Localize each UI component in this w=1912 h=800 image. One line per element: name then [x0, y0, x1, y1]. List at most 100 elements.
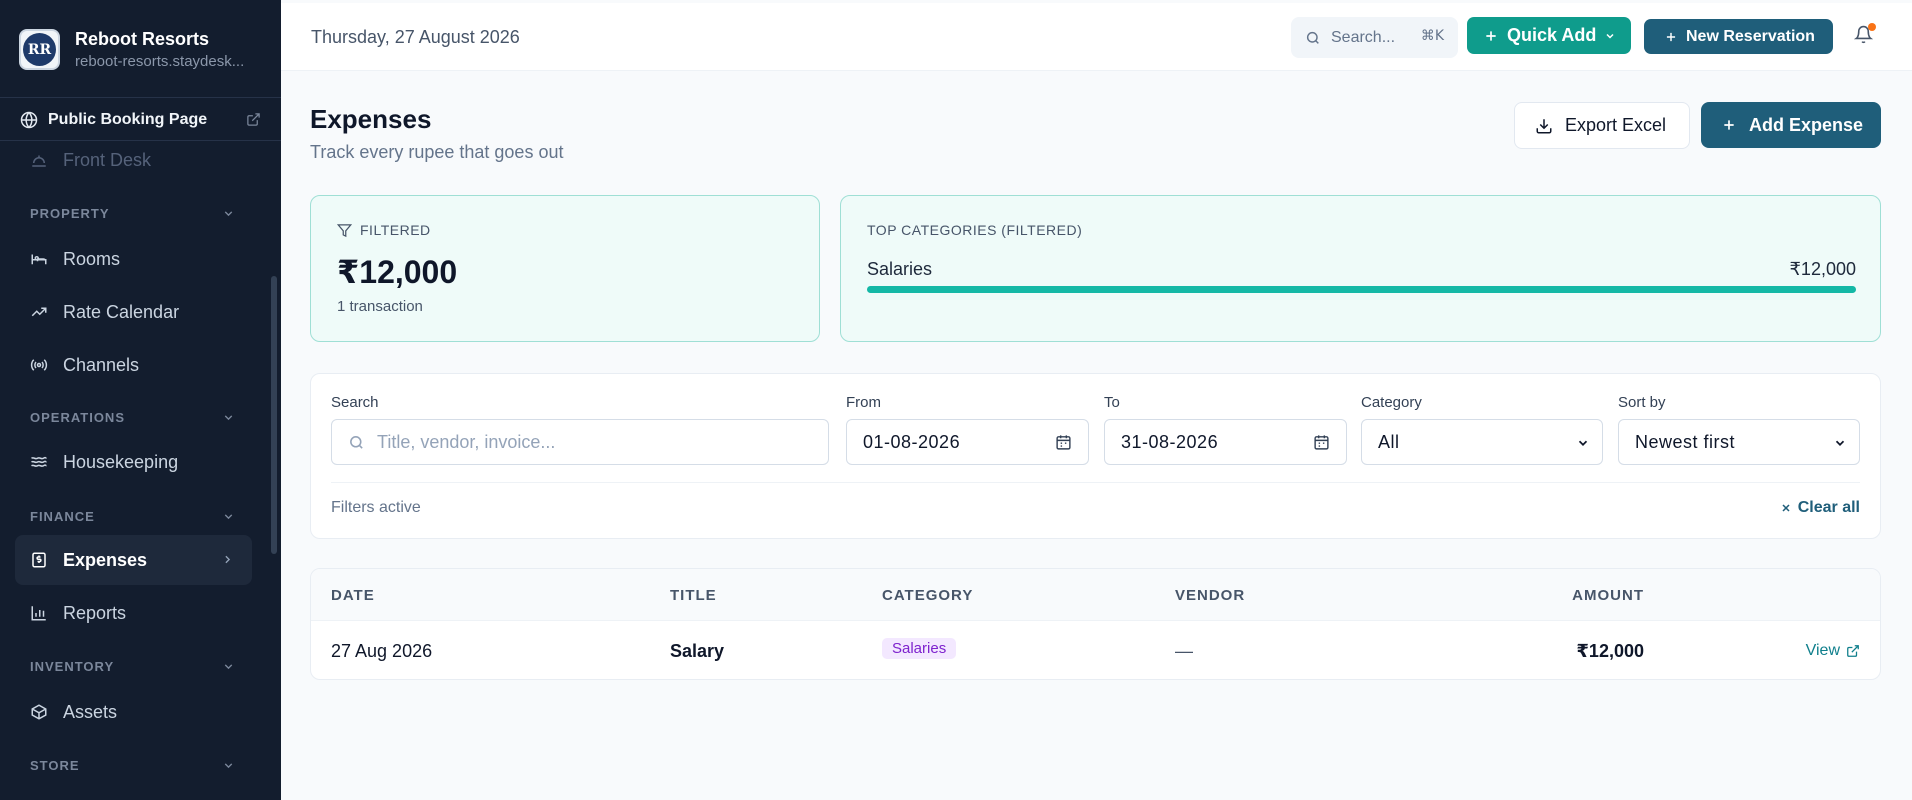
export-excel-button[interactable]: Export Excel	[1514, 102, 1690, 149]
table-header: DATE TITLE CATEGORY VENDOR AMOUNT	[311, 569, 1880, 621]
sidebar-item-reports[interactable]: Reports	[15, 588, 252, 638]
filter-icon	[337, 223, 352, 237]
chevron-down-icon	[224, 415, 233, 421]
section-inventory[interactable]: INVENTORY	[30, 659, 235, 674]
globe-icon	[20, 111, 38, 128]
category-select[interactable]: All	[1361, 419, 1603, 465]
clear-all-button[interactable]: Clear all	[1780, 499, 1860, 517]
notification-dot	[1868, 23, 1876, 31]
external-link-icon	[1847, 645, 1859, 657]
sidebar-item-label: Expenses	[63, 549, 148, 570]
sidebar-item-assets[interactable]: Assets	[15, 687, 252, 737]
transaction-count: 1 transaction	[337, 298, 423, 315]
section-store[interactable]: STORE	[30, 758, 235, 773]
sidebar-scrollbar[interactable]	[271, 276, 277, 554]
section-label: FINANCE	[30, 509, 95, 524]
sidebar-item-label: Reports	[63, 602, 127, 623]
sidebar-item-label: Assets	[63, 701, 118, 722]
new-reservation-button[interactable]: New Reservation	[1644, 19, 1833, 54]
section-finance[interactable]: FINANCE	[30, 509, 235, 524]
sort-select[interactable]: Newest first	[1618, 419, 1860, 465]
clear-all-label: Clear all	[1797, 499, 1860, 516]
sidebar-item-expenses[interactable]: Expenses	[15, 535, 252, 585]
download-icon	[1536, 118, 1552, 133]
quick-add-button[interactable]: Quick Add	[1467, 17, 1631, 54]
chevron-down-icon	[1578, 440, 1588, 446]
search-icon	[1306, 31, 1319, 44]
calendar-icon[interactable]	[1313, 434, 1330, 451]
global-search-placeholder: Search...	[1331, 28, 1396, 46]
bed-icon	[31, 254, 47, 265]
expense-search-placeholder: Title, vendor, invoice...	[377, 431, 556, 452]
add-expense-label: Add Expense	[1749, 114, 1864, 135]
sidebar-item-label: Front Desk	[63, 149, 152, 170]
sort-select-value: Newest first	[1635, 431, 1736, 452]
public-booking-page-link[interactable]: Public Booking Page	[0, 99, 281, 141]
from-date-input[interactable]: 01-08-2026	[846, 419, 1089, 465]
filtered-total-card: FILTERED ₹12,000 1 transaction	[310, 195, 820, 342]
expense-search-input[interactable]: Title, vendor, invoice...	[331, 419, 829, 465]
category-badge: Salaries	[882, 638, 957, 659]
column-amount[interactable]: AMOUNT	[1572, 587, 1644, 604]
sidebar-item-housekeeping[interactable]: Housekeeping	[15, 437, 252, 487]
plus-icon	[1724, 120, 1734, 130]
section-property[interactable]: PROPERTY	[30, 206, 235, 221]
view-expense-link[interactable]: View	[1806, 642, 1860, 660]
column-date[interactable]: DATE	[331, 587, 375, 604]
global-search[interactable]: Search... ⌘K	[1291, 17, 1458, 58]
top-categories-card: TOP CATEGORIES (FILTERED) Salaries ₹12,0…	[840, 195, 1881, 342]
to-date-input[interactable]: 31-08-2026	[1104, 419, 1347, 465]
new-reservation-label: New Reservation	[1686, 27, 1815, 45]
section-label: PROPERTY	[30, 206, 110, 221]
sidebar-item-label: Rooms	[63, 248, 121, 269]
sidebar-item-front-desk[interactable]: Front Desk	[15, 136, 252, 184]
from-date-value: 01-08-2026	[863, 431, 961, 452]
sidebar-item-label: Channels	[63, 354, 140, 375]
box-icon	[31, 704, 47, 720]
sidebar-item-label: Housekeeping	[63, 451, 179, 472]
page-subtitle: Track every rupee that goes out	[310, 142, 564, 162]
trending-up-icon	[31, 307, 47, 317]
filtered-label: FILTERED	[360, 222, 431, 238]
public-booking-page-label: Public Booking Page	[48, 110, 208, 128]
chevron-down-icon	[224, 664, 233, 670]
brand-logo: RR	[19, 29, 60, 70]
column-vendor[interactable]: VENDOR	[1175, 587, 1245, 604]
calendar-icon[interactable]	[1055, 434, 1072, 451]
brand-header[interactable]: RR Reboot Resorts reboot-resorts.staydes…	[0, 0, 281, 98]
add-expense-button[interactable]: Add Expense	[1701, 102, 1881, 148]
filtered-card-header: FILTERED	[337, 222, 431, 238]
brand-logo-text: RR	[23, 33, 56, 66]
top-category-progress-fill	[867, 286, 1856, 293]
quick-add-label: Quick Add	[1507, 25, 1597, 45]
top-categories-label: TOP CATEGORIES (FILTERED)	[867, 222, 1083, 238]
brand-url: reboot-resorts.staydesk...	[75, 53, 245, 70]
close-icon	[1782, 504, 1790, 512]
export-excel-label: Export Excel	[1565, 115, 1667, 135]
section-operations[interactable]: OPERATIONS	[30, 410, 235, 425]
sidebar-item-channels[interactable]: Channels	[15, 340, 252, 390]
row-amount: ₹12,000	[1576, 641, 1644, 661]
chevron-down-icon	[1606, 33, 1614, 39]
expenses-table: DATE TITLE CATEGORY VENDOR AMOUNT 27 Aug…	[310, 568, 1881, 680]
top-bar: Thursday, 27 August 2026 Search... ⌘K Qu…	[281, 3, 1912, 71]
section-label: INVENTORY	[30, 659, 115, 674]
filtered-total: ₹12,000	[337, 254, 458, 290]
view-label: View	[1805, 642, 1840, 659]
category-label: Category	[1361, 394, 1422, 411]
to-label: To	[1104, 394, 1120, 411]
sidebar-item-rooms[interactable]: Rooms	[15, 234, 252, 284]
section-label: STORE	[30, 758, 80, 773]
current-date: Thursday, 27 August 2026	[311, 27, 520, 47]
filters-panel: Search Title, vendor, invoice... From 01…	[310, 373, 1881, 539]
top-category-name: Salaries	[867, 259, 933, 279]
external-link-icon	[247, 113, 260, 126]
sidebar-item-rate-calendar[interactable]: Rate Calendar	[15, 287, 252, 337]
column-title[interactable]: TITLE	[670, 587, 717, 604]
sidebar-item-label: Rate Calendar	[63, 301, 180, 322]
search-label: Search	[331, 394, 379, 411]
row-title: Salary	[670, 641, 725, 661]
top-category-progress	[867, 286, 1856, 293]
chevron-down-icon	[224, 763, 233, 769]
column-category[interactable]: CATEGORY	[882, 587, 973, 604]
